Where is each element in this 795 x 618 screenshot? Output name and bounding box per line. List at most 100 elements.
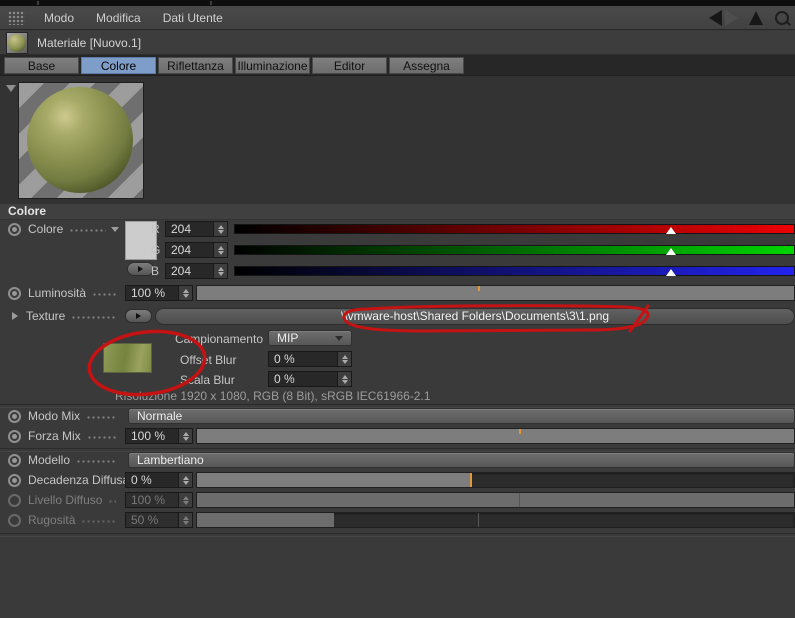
radio-forza-mix[interactable] bbox=[8, 429, 21, 443]
back-arrow-icon[interactable] bbox=[709, 10, 722, 26]
radio-livello-diffuso bbox=[8, 493, 21, 507]
tab-colore[interactable]: Colore bbox=[81, 57, 156, 74]
radio-modo-mix[interactable] bbox=[8, 409, 21, 423]
preview-options-arrow-icon[interactable] bbox=[6, 85, 16, 92]
menu-dati-utente[interactable]: Dati Utente bbox=[152, 11, 234, 25]
search-icon[interactable] bbox=[775, 11, 789, 25]
rugosita-label: Rugosità bbox=[28, 513, 76, 527]
tab-illuminazione[interactable]: Illuminazione bbox=[235, 57, 310, 74]
modello-dropdown[interactable]: Lambertiano bbox=[128, 452, 795, 468]
modello-label: Modello bbox=[28, 453, 71, 467]
texture-menu-button[interactable] bbox=[125, 309, 152, 323]
blue-gradient-slider[interactable] bbox=[234, 266, 795, 276]
modo-mix-label: Modo Mix bbox=[28, 409, 81, 423]
colore-label: Colore bbox=[28, 222, 64, 236]
rugosita-slider bbox=[196, 512, 795, 528]
texture-row: Texture \\vmware-host\Shared Folders\Doc… bbox=[0, 307, 795, 325]
spinner-icon[interactable] bbox=[178, 286, 192, 300]
spinner-icon[interactable] bbox=[178, 473, 192, 487]
color-expand-button[interactable] bbox=[127, 262, 154, 276]
channel-row-g: G 204 bbox=[151, 242, 795, 258]
spinner-icon[interactable] bbox=[337, 352, 351, 366]
dotted-leader bbox=[71, 315, 116, 319]
modo-mix-dropdown[interactable]: Normale bbox=[128, 408, 795, 424]
menu-modifica[interactable]: Modifica bbox=[85, 11, 152, 25]
decadenza-diffusa-field[interactable]: 0 % bbox=[125, 472, 193, 488]
expander-arrow-icon[interactable] bbox=[12, 312, 18, 320]
luminosita-field[interactable]: 100 % bbox=[125, 285, 193, 301]
preview-sphere bbox=[27, 87, 133, 193]
scala-blur-field[interactable]: 0 % bbox=[268, 371, 352, 387]
texture-path-field[interactable]: \\vmware-host\Shared Folders\Documents\3… bbox=[155, 307, 795, 325]
tab-editor[interactable]: Editor bbox=[312, 57, 387, 74]
material-titlebar: Materiale [Nuovo.1] bbox=[0, 31, 795, 55]
spinner-icon bbox=[178, 513, 192, 527]
tab-assegna[interactable]: Assegna bbox=[389, 57, 464, 74]
dropdown-arrow-icon bbox=[335, 335, 343, 341]
offset-blur-field[interactable]: 0 % bbox=[268, 351, 352, 367]
texture-label: Texture bbox=[26, 309, 66, 323]
slider-marker-icon[interactable] bbox=[666, 248, 677, 255]
drag-grip-icon[interactable] bbox=[8, 10, 25, 25]
livello-diffuso-label: Livello Diffuso bbox=[28, 493, 103, 507]
channel-r-label: R bbox=[151, 222, 160, 236]
decadenza-diffusa-row: Decadenza Diffusa 0 % bbox=[0, 472, 795, 488]
rugosita-field: 50 % bbox=[125, 512, 193, 528]
luminosita-row: Luminosità 100 % bbox=[0, 285, 795, 301]
red-gradient-slider[interactable] bbox=[234, 224, 795, 234]
spinner-icon[interactable] bbox=[213, 222, 227, 236]
slider-marker-icon[interactable] bbox=[666, 227, 677, 234]
spinner-icon bbox=[178, 493, 192, 507]
channel-g-field[interactable]: 204 bbox=[165, 242, 228, 258]
livello-diffuso-row: Livello Diffuso 100 % bbox=[0, 492, 795, 508]
dotted-leader bbox=[92, 292, 116, 296]
radio-colore[interactable] bbox=[8, 222, 21, 236]
radio-luminosita[interactable] bbox=[8, 286, 21, 300]
tab-base[interactable]: Base bbox=[4, 57, 79, 74]
channel-tabs: Base Colore Riflettanza Illuminazione Ed… bbox=[0, 55, 795, 76]
menu-modo[interactable]: Modo bbox=[33, 11, 85, 25]
decadenza-diffusa-slider[interactable] bbox=[196, 472, 795, 488]
color-mode-arrow-icon[interactable] bbox=[111, 226, 119, 232]
dotted-leader bbox=[69, 228, 106, 232]
slider-default-tick bbox=[477, 286, 480, 291]
forza-mix-row: Forza Mix 100 % bbox=[0, 428, 795, 444]
spinner-icon[interactable] bbox=[213, 264, 227, 278]
luminosita-slider[interactable] bbox=[196, 285, 795, 301]
channel-b-field[interactable]: 204 bbox=[165, 263, 228, 279]
material-title: Materiale [Nuovo.1] bbox=[37, 35, 142, 50]
up-arrow-icon[interactable] bbox=[749, 11, 763, 25]
spinner-icon[interactable] bbox=[337, 372, 351, 386]
resolution-info: Risoluzione 1920 x 1080, RGB (8 Bit), sR… bbox=[115, 389, 431, 403]
green-gradient-slider[interactable] bbox=[234, 245, 795, 255]
dotted-leader bbox=[76, 459, 116, 463]
spinner-icon[interactable] bbox=[178, 429, 192, 443]
decadenza-diffusa-label: Decadenza Diffusa bbox=[28, 473, 130, 487]
dotted-leader bbox=[86, 415, 116, 419]
dotted-leader bbox=[81, 519, 116, 523]
radio-rugosita bbox=[8, 513, 21, 527]
panel-divider bbox=[37, 1, 39, 5]
rugosita-row: Rugosità 50 % bbox=[0, 512, 795, 528]
forza-mix-label: Forza Mix bbox=[28, 429, 81, 443]
forza-mix-slider[interactable] bbox=[196, 428, 795, 444]
forward-arrow-icon[interactable] bbox=[725, 10, 738, 26]
livello-diffuso-slider bbox=[196, 492, 795, 508]
spinner-icon[interactable] bbox=[213, 243, 227, 257]
radio-decadenza[interactable] bbox=[8, 473, 21, 487]
luminosita-label: Luminosità bbox=[28, 286, 87, 300]
tab-riflettanza[interactable]: Riflettanza bbox=[158, 57, 233, 74]
section-header: Colore bbox=[0, 204, 795, 220]
slider-marker-icon[interactable] bbox=[666, 269, 677, 276]
modello-row: Modello Lambertiano bbox=[0, 452, 795, 468]
radio-modello[interactable] bbox=[8, 453, 21, 467]
preview-area bbox=[0, 76, 795, 205]
material-preview[interactable] bbox=[18, 82, 144, 199]
channel-g-label: G bbox=[151, 243, 161, 257]
campionamento-dropdown[interactable]: MIP bbox=[268, 330, 352, 346]
channel-r-field[interactable]: 204 bbox=[165, 221, 228, 237]
texture-thumbnail[interactable] bbox=[103, 343, 152, 373]
slider-default-tick bbox=[519, 493, 521, 507]
forza-mix-field[interactable]: 100 % bbox=[125, 428, 193, 444]
slider-default-tick bbox=[477, 513, 479, 527]
